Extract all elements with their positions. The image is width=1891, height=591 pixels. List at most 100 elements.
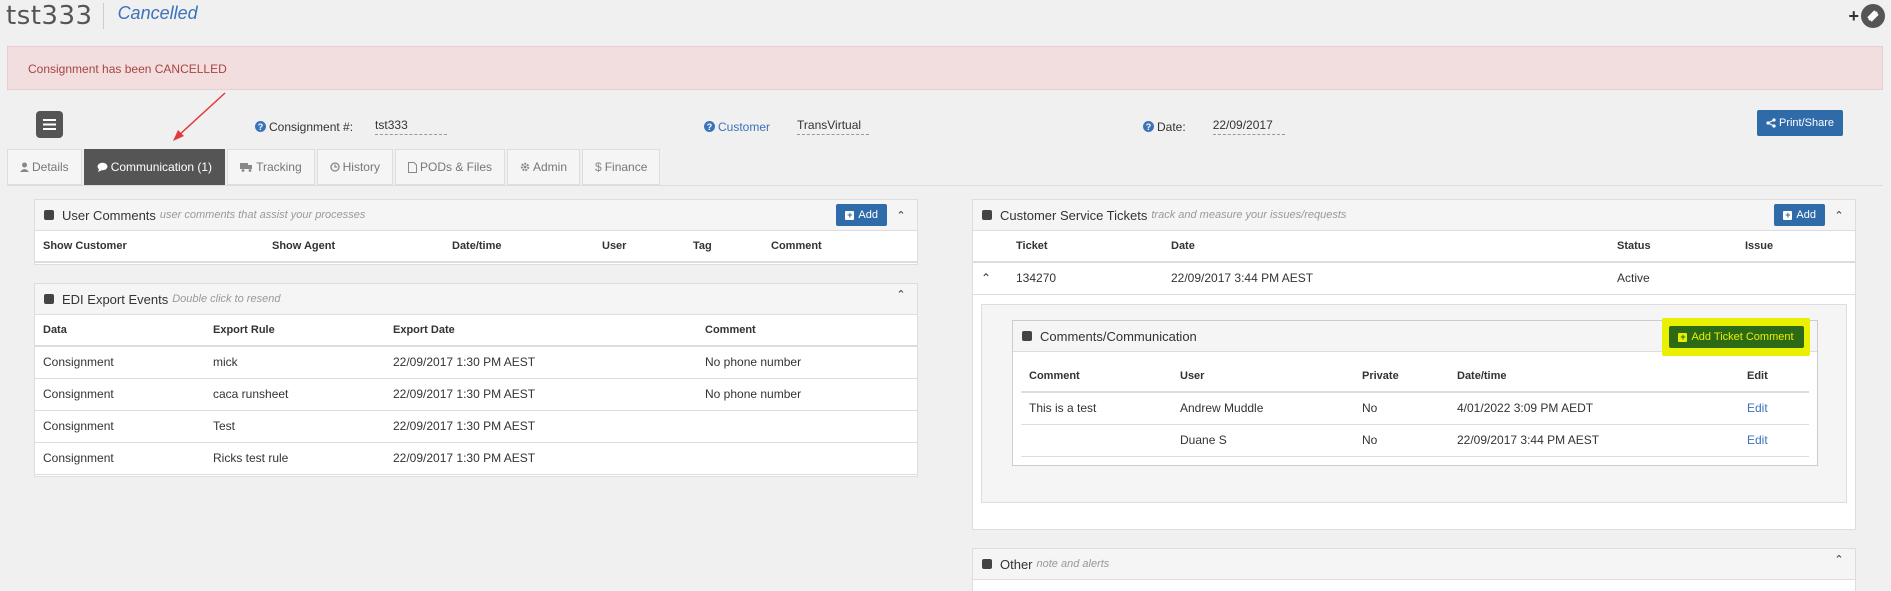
column-header[interactable]: Show Customer xyxy=(35,231,264,263)
tab-pods-files[interactable]: PODs & Files xyxy=(394,149,505,185)
chevron-up-icon[interactable]: ⌃ xyxy=(973,262,1008,295)
panel-title: Customer Service Tickets xyxy=(1000,207,1148,223)
tab-admin[interactable]: Admin xyxy=(507,149,581,185)
column-header[interactable]: Show Agent xyxy=(264,231,444,263)
cell: No phone number xyxy=(697,378,917,411)
chevron-up-icon[interactable]: ⌃ xyxy=(893,288,909,301)
column-header[interactable]: Date/time xyxy=(444,231,594,263)
tab-history[interactable]: History xyxy=(316,149,393,185)
cell: Ricks test rule xyxy=(205,442,385,475)
column-header[interactable]: Export Rule xyxy=(205,315,385,347)
tab-label: Finance xyxy=(604,160,648,174)
ticket-date: 22/09/2017 3:44 PM AEST xyxy=(1163,262,1609,295)
tab-tracking[interactable]: Tracking xyxy=(227,149,315,185)
date-label: Date: xyxy=(1157,119,1186,134)
edit-link[interactable]: Edit xyxy=(1739,424,1809,457)
table-header-row: Show Customer Show Agent Date/time User … xyxy=(35,231,917,263)
column-header[interactable]: User xyxy=(1172,361,1354,393)
tag-icon[interactable] xyxy=(1861,4,1885,28)
hamburger-icon xyxy=(43,119,56,130)
chevron-up-icon[interactable]: ⌃ xyxy=(893,209,909,222)
table-row[interactable]: Consignment Ricks test rule 22/09/2017 1… xyxy=(35,442,917,475)
column-header[interactable]: Tag xyxy=(685,231,763,263)
cell xyxy=(1021,424,1172,457)
tab-label: Tracking xyxy=(256,160,302,174)
alert-message: Consignment has been CANCELLED xyxy=(28,62,227,76)
cancelled-alert: Consignment has been CANCELLED xyxy=(7,46,1883,90)
cs-tickets-panel: Customer Service Tickets track and measu… xyxy=(972,199,1856,530)
column-header[interactable]: Date/time xyxy=(1449,361,1739,393)
comment-icon xyxy=(97,162,108,172)
cell xyxy=(697,410,917,443)
help-icon: ? xyxy=(1143,121,1154,132)
help-icon: ? xyxy=(255,121,266,132)
cell: 22/09/2017 1:30 PM AEST xyxy=(385,346,697,379)
comments-table-wrap: Comment User Private Date/time Edit This… xyxy=(1021,361,1809,457)
column-header[interactable]: Export Date xyxy=(385,315,697,347)
print-share-button[interactable]: Print/Share xyxy=(1757,110,1843,136)
add-user-comment-button[interactable]: + Add xyxy=(836,204,887,226)
column-header[interactable]: Comment xyxy=(763,231,917,263)
column-header[interactable]: Issue xyxy=(1737,231,1855,263)
tab-label: Communication (1) xyxy=(110,160,213,174)
tab-finance[interactable]: $ Finance xyxy=(582,149,661,185)
edit-link[interactable]: Edit xyxy=(1739,392,1809,425)
panel-title: EDI Export Events xyxy=(62,291,169,307)
table-header-row: Data Export Rule Export Date Comment xyxy=(35,315,917,347)
top-right-actions: + xyxy=(1848,4,1885,28)
panel-subtitle: track and measure your issues/requests xyxy=(1151,209,1347,221)
customer-label[interactable]: Customer xyxy=(718,120,770,134)
customer-field: ? Customer TransVirtual xyxy=(704,118,870,135)
tab-label: PODs & Files xyxy=(419,160,492,174)
add-ticket-button[interactable]: + Add xyxy=(1774,204,1825,226)
column-header[interactable]: Edit xyxy=(1739,361,1809,393)
chevron-up-icon[interactable]: ⌃ xyxy=(1831,209,1847,222)
customer-value[interactable]: TransVirtual xyxy=(797,118,870,135)
table-row[interactable]: Consignment mick 22/09/2017 1:30 PM AEST… xyxy=(35,346,917,379)
cell xyxy=(697,442,917,475)
panel-square-icon xyxy=(44,294,54,304)
file-icon xyxy=(407,161,417,173)
chevron-up-icon[interactable]: ⌃ xyxy=(1831,553,1847,566)
consignment-value[interactable]: tst333 xyxy=(375,118,448,135)
history-icon xyxy=(329,162,340,172)
add-ticket-comment-button[interactable]: + Add Ticket Comment xyxy=(1668,326,1804,348)
table-row[interactable]: ⌃ 134270 22/09/2017 3:44 PM AEST Active xyxy=(973,262,1855,295)
panel-title: Comments/Communication xyxy=(1040,328,1197,344)
consignment-field: ? Consignment #: tst333 xyxy=(255,118,448,135)
column-header[interactable]: Date xyxy=(1163,231,1609,263)
column-header-spacer xyxy=(973,231,1008,263)
cell: Andrew Muddle xyxy=(1172,392,1354,425)
annotation-arrow-icon xyxy=(173,92,226,141)
ticket-number: 134270 xyxy=(1008,262,1163,295)
menu-button[interactable] xyxy=(36,111,63,138)
ticket-issue xyxy=(1737,262,1855,295)
date-value[interactable]: 22/09/2017 xyxy=(1212,118,1285,135)
tab-communication[interactable]: Communication (1) xyxy=(83,149,226,185)
column-header[interactable]: Comment xyxy=(697,315,917,347)
panel-subtitle: note and alerts xyxy=(1036,558,1110,570)
plus-square-icon: + xyxy=(1783,209,1793,220)
column-header[interactable]: Data xyxy=(35,315,205,347)
add-label: Add xyxy=(858,209,878,221)
cell: Duane S xyxy=(1172,424,1354,457)
column-header[interactable]: Comment xyxy=(1021,361,1172,393)
dollar-icon: $ xyxy=(595,160,602,174)
table-header-row: Ticket Date Status Issue xyxy=(973,231,1855,263)
column-header[interactable]: Status xyxy=(1609,231,1737,263)
consignment-title: tst333 xyxy=(6,1,93,31)
add-ticket-comment-label: Add Ticket Comment xyxy=(1691,331,1794,343)
user-icon xyxy=(20,162,29,172)
column-header[interactable]: User xyxy=(594,231,685,263)
cell: 22/09/2017 1:30 PM AEST xyxy=(385,410,697,443)
plus-icon[interactable]: + xyxy=(1848,6,1859,27)
cell: Consignment xyxy=(35,442,205,475)
table-row[interactable]: Consignment Test 22/09/2017 1:30 PM AEST xyxy=(35,410,917,443)
column-header[interactable]: Ticket xyxy=(1008,231,1163,263)
print-share-label: Print/Share xyxy=(1778,117,1835,129)
tab-details[interactable]: Details xyxy=(7,149,82,185)
table-row: This is a test Andrew Muddle No 4/01/202… xyxy=(1021,392,1809,425)
add-label: Add xyxy=(1796,209,1816,221)
table-row[interactable]: Consignment caca runsheet 22/09/2017 1:3… xyxy=(35,378,917,411)
column-header[interactable]: Private xyxy=(1354,361,1449,393)
